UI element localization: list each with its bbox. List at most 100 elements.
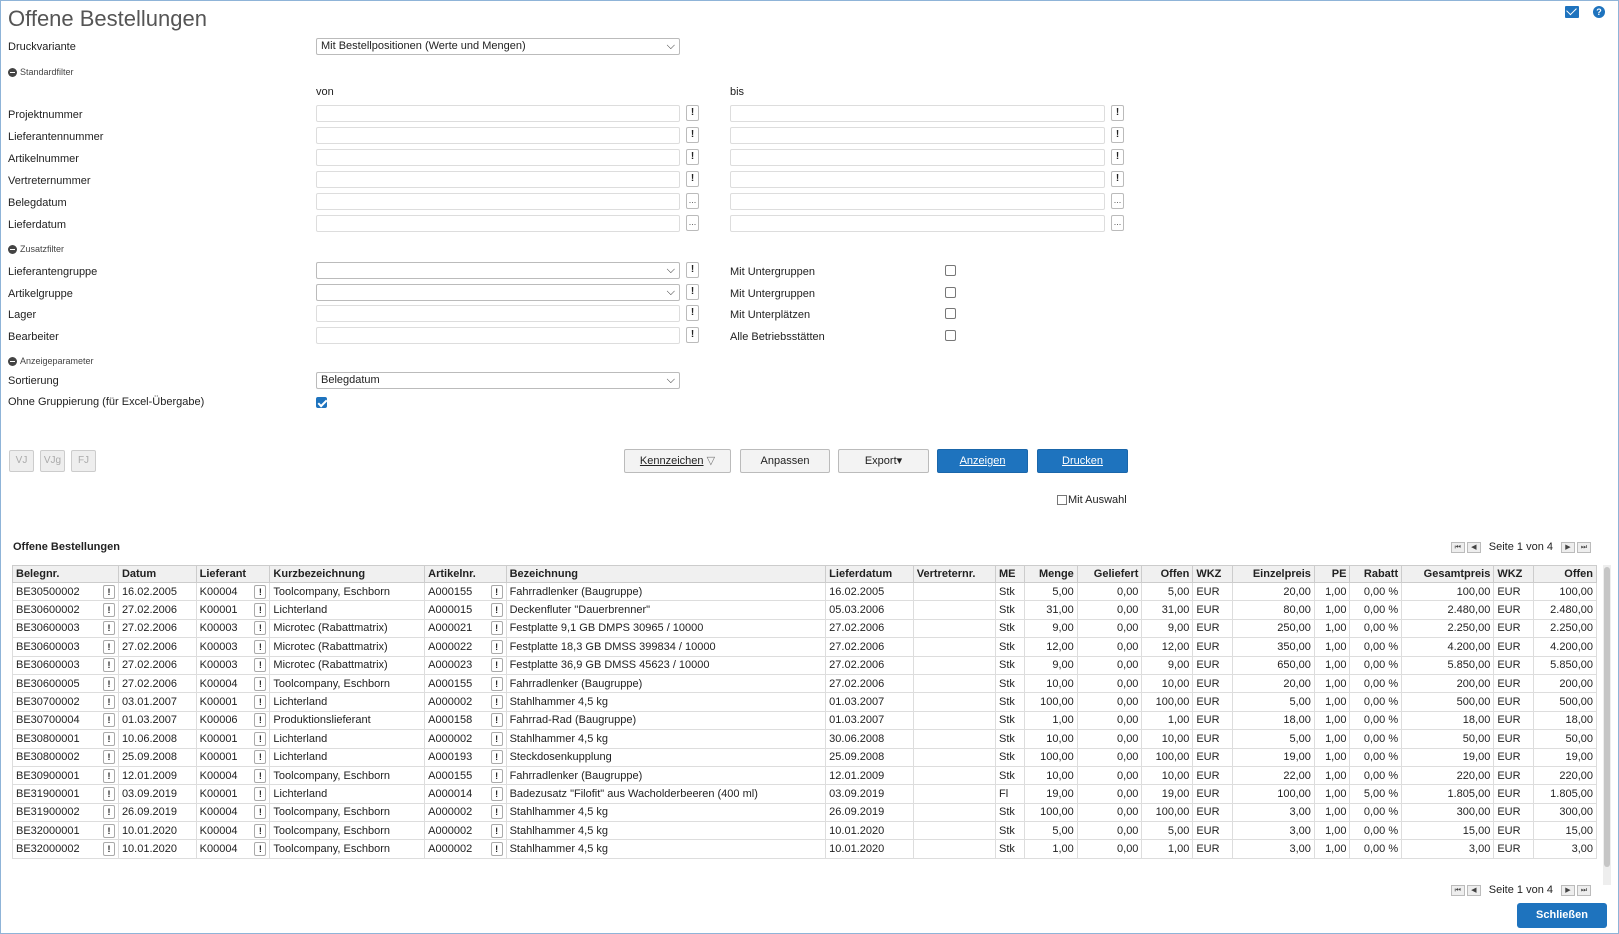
gruppierung-checkbox[interactable] [316, 397, 327, 408]
lookup-button[interactable]: ! [1111, 171, 1124, 187]
column-header[interactable]: Gesamtpreis [1401, 565, 1495, 583]
column-header[interactable]: PE [1313, 565, 1351, 583]
zusatz-checkbox[interactable] [945, 330, 956, 341]
prev-page-icon[interactable]: ◀ [1466, 541, 1481, 553]
prev-page-icon[interactable]: ◀ [1466, 884, 1481, 896]
zusatz-select[interactable]: ⌵ [316, 262, 680, 279]
lookup-button[interactable]: ! [686, 327, 699, 343]
bis-input[interactable] [730, 127, 1105, 144]
zusatz-select[interactable]: ⌵ [316, 284, 680, 301]
table-row[interactable]: BE30800001! 10.06.2008 K00001! Lichterland A… [12, 729, 1597, 749]
zusatz-checkbox[interactable] [945, 308, 956, 319]
column-header[interactable]: WKZ [1192, 565, 1234, 583]
lookup-button[interactable]: ! [1111, 105, 1124, 121]
column-header[interactable]: Offen [1141, 565, 1194, 583]
von-input[interactable] [316, 105, 680, 122]
table-row[interactable]: BE30600002! 27.02.2006 K00001! Lichterland A… [12, 600, 1597, 620]
lookup-button[interactable]: ! [490, 823, 503, 838]
lookup-button[interactable]: ! [254, 713, 267, 728]
lookup-button[interactable]: ! [102, 658, 115, 673]
lookup-button[interactable]: ! [102, 584, 115, 599]
lookup-button[interactable]: ! [254, 750, 267, 765]
calendar-button[interactable]: ... [686, 215, 699, 231]
lookup-button[interactable]: ! [102, 842, 115, 857]
lookup-button[interactable]: ! [102, 639, 115, 654]
bis-input[interactable] [730, 149, 1105, 166]
von-input[interactable] [316, 171, 680, 188]
calendar-button[interactable]: ... [1111, 215, 1124, 231]
druckvariante-select[interactable]: Mit Bestellpositionen (Werte und Mengen)… [316, 38, 680, 55]
next-page-icon[interactable]: ▶ [1561, 541, 1575, 553]
scrollbar-thumb[interactable] [1604, 567, 1610, 867]
lookup-button[interactable]: ! [254, 842, 267, 857]
lookup-button[interactable]: ! [102, 750, 115, 765]
column-header[interactable]: Datum [117, 565, 197, 583]
last-page-icon[interactable]: ⏭ [1577, 884, 1591, 896]
lookup-button[interactable]: ! [1111, 127, 1124, 143]
column-header[interactable]: Vertreternr. [912, 565, 997, 583]
scrollbar[interactable] [1603, 565, 1611, 885]
zusatz-checkbox[interactable] [945, 265, 956, 276]
lookup-button[interactable]: ! [254, 731, 267, 746]
column-header[interactable]: Geliefert [1076, 565, 1143, 583]
column-header[interactable]: Belegnr. [12, 565, 119, 583]
mail-icon[interactable] [1565, 6, 1579, 18]
von-input[interactable] [316, 215, 680, 232]
table-row[interactable]: BE31900001! 03.09.2019 K00001! Lichterland A… [12, 784, 1597, 804]
first-page-icon[interactable]: ⏮ [1450, 541, 1465, 553]
lookup-button[interactable]: ! [254, 805, 267, 820]
bis-input[interactable] [730, 193, 1105, 210]
kennzeichen-button[interactable]: Kennzeichen ▽ [624, 449, 731, 473]
lookup-button[interactable]: ! [686, 105, 699, 121]
zusatz-input[interactable] [316, 305, 680, 322]
column-header[interactable]: Bezeichnung [505, 565, 827, 583]
lookup-button[interactable]: ! [490, 658, 503, 673]
lookup-button[interactable]: ! [102, 713, 115, 728]
column-header[interactable]: WKZ [1493, 565, 1535, 583]
first-page-icon[interactable]: ⏮ [1450, 884, 1465, 896]
table-row[interactable]: BE30500002! 16.02.2005 K00004! Toolcompany,… [12, 581, 1597, 602]
lookup-button[interactable]: ! [686, 262, 699, 278]
lookup-button[interactable]: ! [254, 695, 267, 710]
vjg-button[interactable]: VJg [40, 450, 65, 472]
lookup-button[interactable]: ! [490, 805, 503, 820]
lookup-button[interactable]: ! [254, 823, 267, 838]
zusatz-input[interactable] [316, 327, 680, 344]
lookup-button[interactable]: ! [254, 786, 267, 801]
lookup-button[interactable]: ! [490, 621, 503, 636]
zusatz-checkbox[interactable] [945, 287, 956, 298]
lookup-button[interactable]: ! [490, 731, 503, 746]
lookup-button[interactable]: ! [102, 603, 115, 618]
lookup-button[interactable]: ! [490, 786, 503, 801]
column-header[interactable]: Lieferdatum [825, 565, 914, 583]
table-row[interactable]: BE30600003! 27.02.2006 K00003! Microtec (Ra… [12, 637, 1597, 657]
lookup-button[interactable]: ! [686, 284, 699, 300]
lookup-button[interactable]: ! [102, 731, 115, 746]
table-row[interactable]: BE30700002! 03.01.2007 K00001! Lichterland A… [12, 692, 1597, 712]
bis-input[interactable] [730, 215, 1105, 232]
lookup-button[interactable]: ! [254, 603, 267, 618]
lookup-button[interactable]: ! [490, 713, 503, 728]
mit-auswahl-checkbox[interactable] [1057, 495, 1067, 505]
column-header[interactable]: Kurzbezeichnung [269, 565, 426, 583]
lookup-button[interactable]: ! [490, 750, 503, 765]
lookup-button[interactable]: ! [686, 127, 699, 143]
column-header[interactable]: Rabatt [1349, 565, 1403, 583]
zusatzfilter-toggle[interactable]: Zusatzfilter [8, 244, 64, 254]
close-button[interactable]: Schließen [1517, 903, 1607, 928]
lookup-button[interactable]: ! [490, 768, 503, 783]
von-input[interactable] [316, 127, 680, 144]
lookup-button[interactable]: ! [102, 823, 115, 838]
next-page-icon[interactable]: ▶ [1561, 884, 1575, 896]
lookup-button[interactable]: ! [254, 768, 267, 783]
table-row[interactable]: BE30700004! 01.03.2007 K00006! Produktionsl… [12, 710, 1597, 731]
table-row[interactable]: BE31900002! 26.09.2019 K00004! Toolcompany,… [12, 802, 1597, 823]
anzeigen-button[interactable]: Anzeigen [937, 449, 1028, 473]
help-icon[interactable]: ? [1593, 6, 1605, 18]
column-header[interactable]: Artikelnr. [424, 565, 507, 583]
calendar-button[interactable]: ... [1111, 193, 1124, 209]
lookup-button[interactable]: ! [254, 621, 267, 636]
table-row[interactable]: BE32000002! 10.01.2020 K00004! Toolcompany,… [12, 839, 1597, 859]
lookup-button[interactable]: ! [102, 621, 115, 636]
table-row[interactable]: BE30600005! 27.02.2006 K00004! Toolcompany,… [12, 673, 1597, 694]
